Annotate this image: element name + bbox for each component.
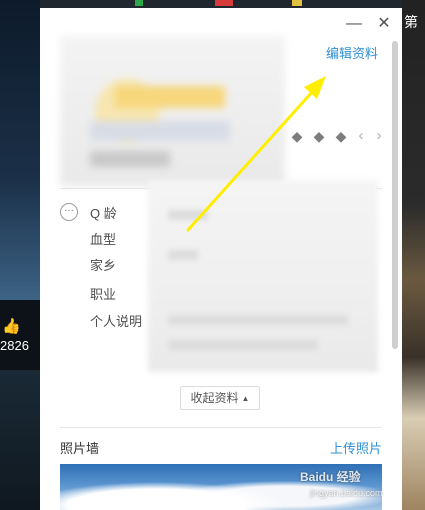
divider	[60, 427, 382, 428]
blurred-signature	[90, 121, 230, 141]
collapse-profile-label: 收起资料	[190, 391, 239, 405]
profile-values-blurred	[148, 180, 378, 372]
desktop-top-strip	[40, 0, 402, 8]
field-label-blood-type: 血型	[90, 232, 117, 247]
blurred-value	[168, 340, 318, 350]
taskbar-chip	[292, 0, 302, 6]
field-label-qq-age: Q 龄	[90, 206, 117, 221]
collapse-profile-button[interactable]: 收起资料 ▲	[180, 386, 260, 410]
blurred-level	[90, 151, 170, 167]
blurred-value	[168, 315, 348, 325]
thumbs-up-icon[interactable]: 👍	[2, 318, 21, 336]
background-text: 第	[404, 14, 418, 30]
profile-header-blurred	[60, 36, 285, 186]
scrollbar[interactable]	[392, 41, 398, 349]
caret-up-icon: ▲	[241, 393, 250, 403]
badge-row: ◆ ◆ ◆ ‹ ›	[288, 126, 386, 146]
watermark-text: Baidu 经验	[300, 470, 361, 484]
watermark-subtext: jingyan.baidu.com	[310, 488, 383, 498]
close-button[interactable]: ✕	[374, 14, 394, 34]
upload-photo-link[interactable]: 上传照片	[330, 438, 382, 457]
diamond-icon[interactable]: ◆	[332, 127, 350, 145]
blurred-value	[168, 250, 198, 260]
field-label-hometown: 家乡	[90, 258, 117, 273]
field-label-personal-description: 个人说明	[90, 314, 143, 329]
chevron-left-icon[interactable]: ‹	[354, 127, 368, 145]
desktop-background-left	[0, 0, 40, 510]
more-icon[interactable]: ···	[60, 203, 78, 221]
edit-profile-link[interactable]: 编辑资料	[326, 43, 378, 62]
profile-window: — ✕ 编辑资料 ◆ ◆ ◆ ‹ › ··· Q 龄 血型 家乡 职业 个人说明…	[40, 8, 402, 510]
chevron-right-icon[interactable]: ›	[372, 127, 386, 145]
field-label-occupation: 职业	[90, 287, 117, 302]
blurred-value	[168, 210, 208, 220]
photo-wall-title: 照片墙	[60, 441, 100, 456]
desktop-background-right	[402, 0, 425, 510]
blurred-nickname	[115, 86, 225, 108]
diamond-icon[interactable]: ◆	[310, 127, 328, 145]
minimize-button[interactable]: —	[344, 14, 364, 34]
taskbar-chip	[135, 0, 143, 6]
diamond-icon[interactable]: ◆	[288, 127, 306, 145]
like-count: 2826	[0, 338, 29, 353]
taskbar-chip	[215, 0, 233, 6]
